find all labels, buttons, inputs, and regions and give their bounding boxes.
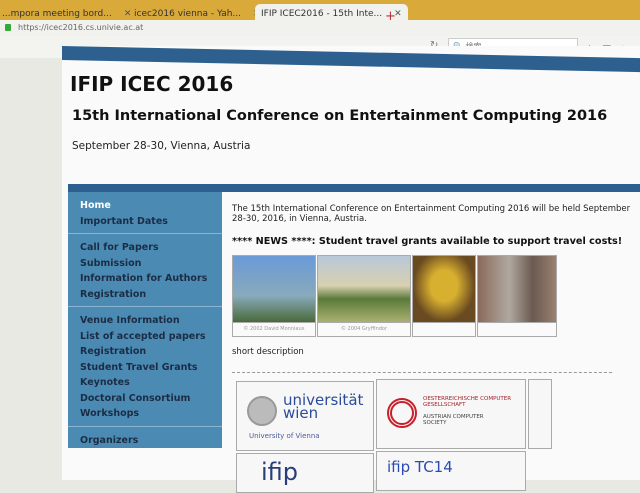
photo-riesenrad[interactable]: © 2002 David Monniaux xyxy=(232,255,316,337)
nav-doctoral-consortium[interactable]: Doctoral Consortium xyxy=(80,391,222,407)
intro-text: The 15th International Conference on Ent… xyxy=(232,204,631,224)
main-content: The 15th International Conference on Ent… xyxy=(232,204,632,357)
nav-important-dates[interactable]: Important Dates xyxy=(80,214,222,230)
news-text: **** NEWS ****: Student travel grants av… xyxy=(232,236,623,247)
photo-stephansdom[interactable] xyxy=(477,255,557,337)
ocg-logo[interactable]: OESTERREICHISCHE COMPUTER GESELLSCHAFT A… xyxy=(376,379,526,449)
ifip-tc14-text: ifip TC14 xyxy=(387,458,453,476)
photo-caption: © 2004 Gryffindor xyxy=(318,322,410,336)
nav-registration[interactable]: Registration xyxy=(80,287,222,303)
conference-date: September 28-30, Vienna, Austria xyxy=(72,140,251,152)
nav-home[interactable]: Home xyxy=(80,198,222,214)
nav-venue-information[interactable]: Venue Information xyxy=(80,313,222,329)
photo-schoenbrunn[interactable]: © 2004 Gryffindor xyxy=(317,255,411,337)
tab-label: ...mpora meeting bord... xyxy=(2,9,112,19)
univie-seal-icon xyxy=(247,396,277,426)
univie-logo[interactable]: universität wien University of Vienna xyxy=(236,381,374,451)
univie-subtitle: University of Vienna xyxy=(249,432,320,440)
tab-label: IFIP ICEC2016 - 15th Inte... xyxy=(261,9,383,19)
nav-submission[interactable]: Submission xyxy=(80,256,222,272)
photo-caption xyxy=(413,322,475,336)
ocg-german-name: OESTERREICHISCHE COMPUTER GESELLSCHAFT xyxy=(423,396,512,408)
univie-name: universität wien xyxy=(283,391,364,422)
top-banner-bar xyxy=(62,46,640,73)
nav-keynotes[interactable]: Keynotes xyxy=(80,375,222,391)
photo-gallery: © 2002 David Monniaux © 2004 Gryffindor xyxy=(232,255,632,337)
nav-call-for-papers[interactable]: Call for Papers xyxy=(80,240,222,256)
short-description: short description xyxy=(232,347,304,357)
photo-caption xyxy=(478,322,556,336)
nav-information-for-authors[interactable]: Information for Authors xyxy=(80,271,222,287)
web-page: IFIP ICEC 2016 15th International Confer… xyxy=(62,46,640,493)
nav-workshops[interactable]: Workshops xyxy=(80,406,222,422)
ifip-tc14-logo[interactable]: ifip TC14 xyxy=(376,451,526,491)
page-subtitle: 15th International Conference on Enterta… xyxy=(72,108,608,124)
nav-student-travel-grants[interactable]: Student Travel Grants xyxy=(80,360,222,376)
photo-caption: © 2002 David Monniaux xyxy=(233,322,315,336)
nav-accepted-papers[interactable]: List of accepted papers xyxy=(80,329,222,345)
ifip-logo[interactable]: ifip xyxy=(236,453,374,493)
sidebar-nav: Home Important Dates Call for Papers Submi… xyxy=(68,192,222,448)
nav-registration-2[interactable]: Registration xyxy=(80,344,222,360)
sponsor-logos: universität wien University of Vienna OE… xyxy=(232,372,612,493)
ifip-text: ifip xyxy=(261,458,299,486)
page-title: IFIP ICEC 2016 xyxy=(70,72,234,96)
url-text: https://icec2016.cs.univie.ac.at xyxy=(18,23,144,32)
photo-klimt-kiss[interactable] xyxy=(412,255,476,337)
nav-organizers[interactable]: Organizers xyxy=(80,433,222,449)
ocg-english-name: AUSTRIAN COMPUTER SOCIETY xyxy=(423,414,484,426)
ocg-g-icon xyxy=(387,398,417,428)
divider-bar xyxy=(68,184,640,192)
tab-label: icec2016 vienna - Yah... xyxy=(134,9,242,19)
logo-cell-empty xyxy=(528,379,552,449)
lock-icon xyxy=(5,24,11,31)
